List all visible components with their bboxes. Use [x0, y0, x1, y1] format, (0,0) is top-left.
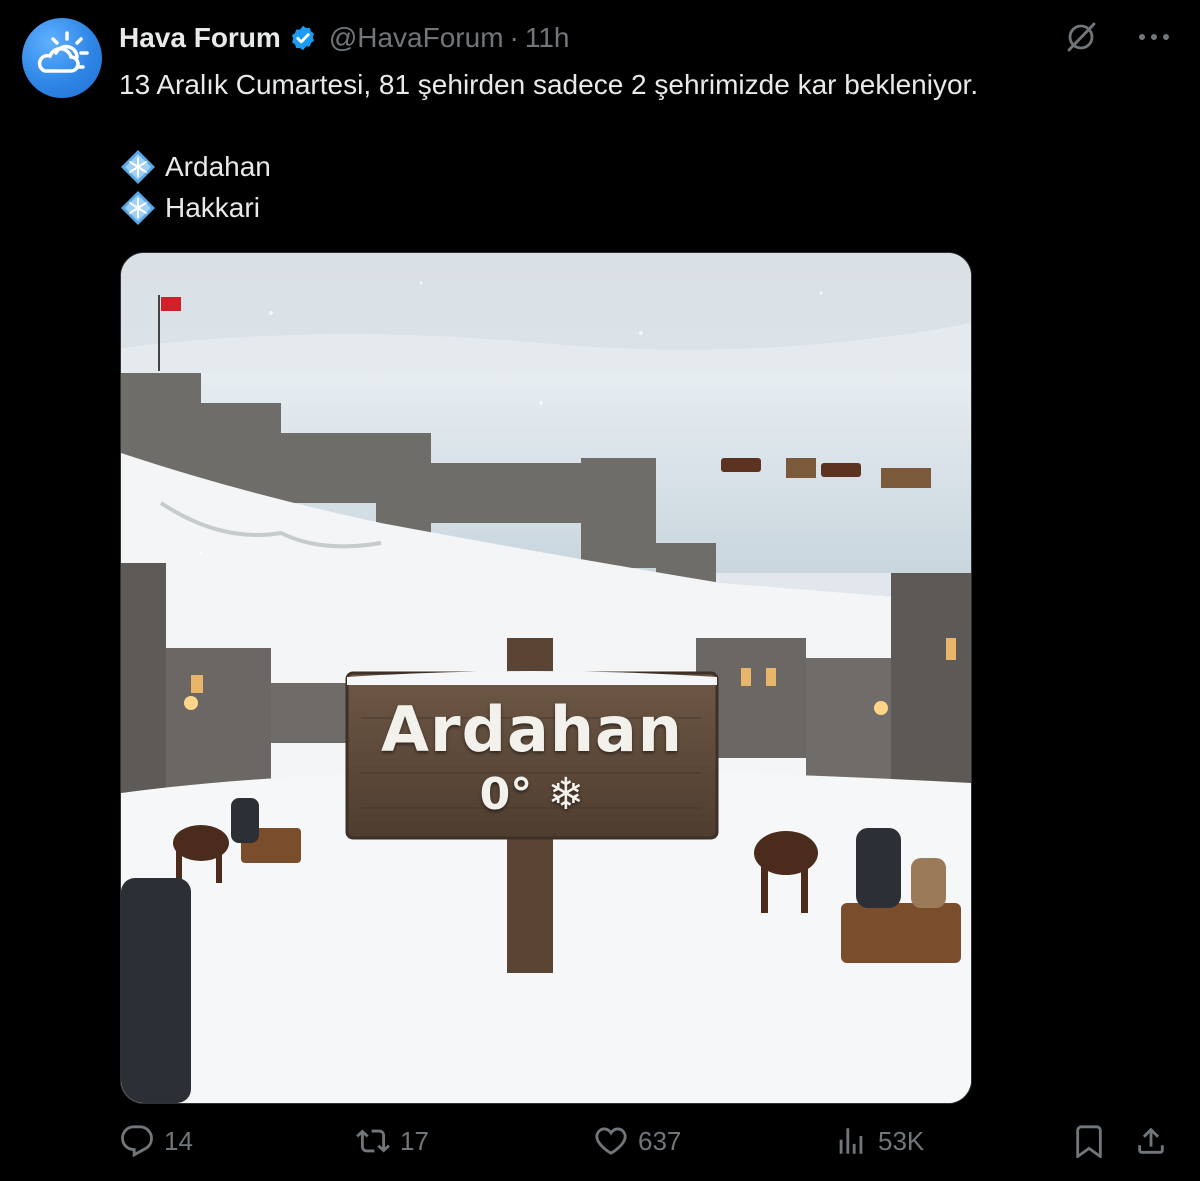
- bookmark-icon: [1076, 1125, 1102, 1158]
- city-name: Ardahan: [165, 151, 271, 182]
- sign-temperature: 0° ❄: [479, 769, 585, 820]
- reply-count: 14: [164, 1125, 193, 1156]
- share-icon: [1138, 1127, 1164, 1154]
- snowy-town-illustration: [121, 253, 971, 1103]
- tweet[interactable]: Hava Forum @HavaForum · 11h 13 Aralık Cu…: [0, 0, 1200, 1181]
- repost-icon: [356, 1129, 390, 1153]
- bookmark-button[interactable]: [1072, 1124, 1116, 1158]
- share-button[interactable]: [1134, 1124, 1178, 1158]
- separator: ·: [509, 22, 519, 53]
- tweet-line: 13 Aralık Cumartesi, 81 şehirden sadece …: [119, 69, 979, 100]
- action-bar: 14 17 637 53K: [0, 1124, 1200, 1170]
- like-button[interactable]: 637: [594, 1124, 681, 1158]
- snowflake-diamond-icon: [121, 149, 155, 184]
- author-name[interactable]: Hava Forum: [119, 22, 281, 54]
- city-line-ardahan: Ardahan: [119, 146, 1159, 187]
- avatar[interactable]: [22, 18, 102, 98]
- view-count: 53K: [878, 1125, 925, 1156]
- city-line-hakkari: Hakkari: [119, 187, 1159, 228]
- tweet-text: 13 Aralık Cumartesi, 81 şehirden sadece …: [119, 64, 1159, 228]
- sign-text: Ardahan 0° ❄: [347, 695, 717, 823]
- more-options-icon[interactable]: [1136, 31, 1172, 43]
- city-name: Hakkari: [165, 192, 260, 223]
- cloud-sun-icon: [37, 31, 89, 73]
- like-count: 637: [638, 1125, 682, 1156]
- verified-badge-icon: [291, 25, 314, 51]
- repost-button[interactable]: 17: [356, 1124, 429, 1158]
- timestamp[interactable]: 11h: [525, 22, 570, 54]
- reply-icon: [121, 1125, 153, 1158]
- author-handle[interactable]: @HavaForum: [329, 22, 504, 54]
- views-icon: [839, 1128, 863, 1154]
- tweet-image[interactable]: Ardahan 0° ❄: [120, 252, 972, 1104]
- repost-count: 17: [400, 1125, 429, 1156]
- reply-button[interactable]: 14: [120, 1124, 193, 1158]
- views-button[interactable]: 53K: [834, 1124, 924, 1158]
- snowflake-diamond-icon: [121, 190, 155, 225]
- heart-icon: [595, 1127, 627, 1155]
- tweet-header: Hava Forum @HavaForum · 11h: [119, 20, 569, 56]
- grok-icon[interactable]: [1064, 20, 1098, 54]
- sign-city: Ardahan: [381, 693, 683, 766]
- top-icons: [1064, 20, 1172, 54]
